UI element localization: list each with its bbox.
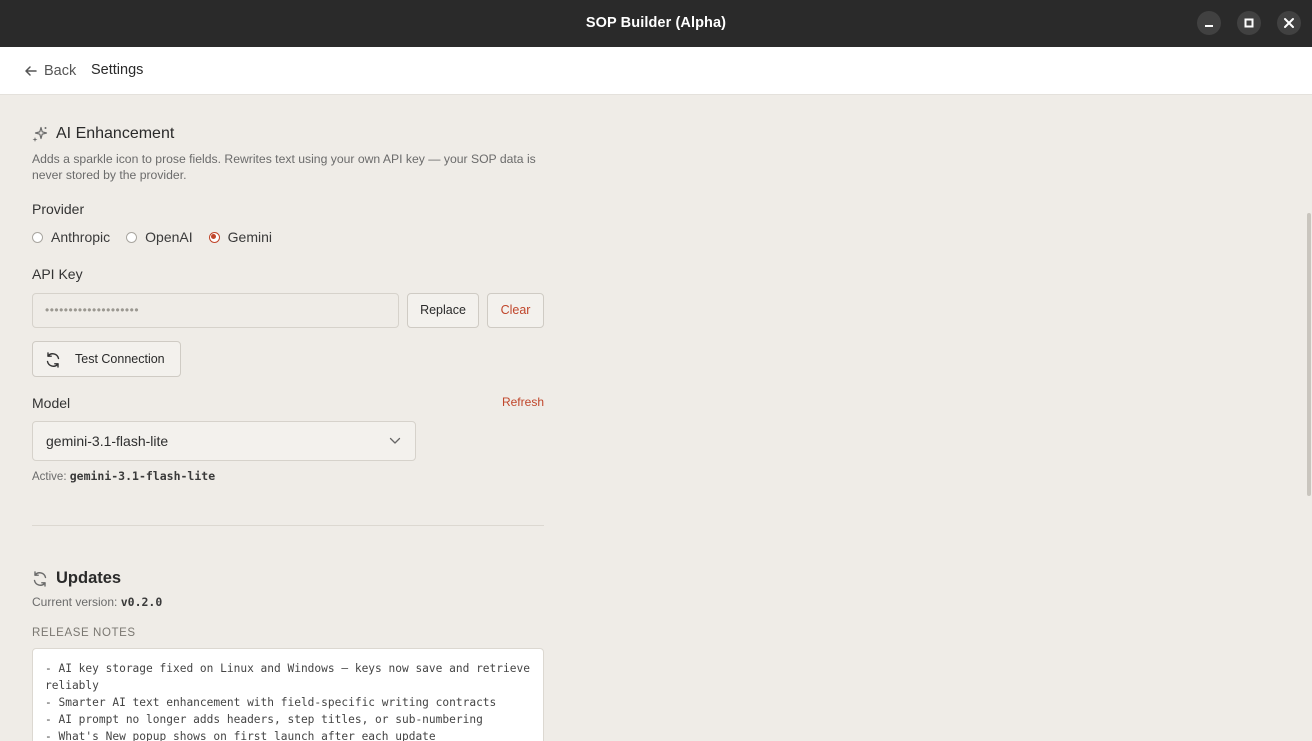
- ai-section-title: AI Enhancement: [56, 125, 175, 142]
- maximize-icon: [1244, 18, 1254, 28]
- test-connection-label: Test Connection: [75, 352, 165, 366]
- model-select[interactable]: gemini-3.1-flash-lite: [32, 421, 416, 461]
- refresh-models-link[interactable]: Refresh: [502, 395, 544, 409]
- ai-section-header: AI Enhancement: [32, 125, 174, 143]
- window-titlebar: SOP Builder (Alpha): [0, 0, 1312, 47]
- release-notes-box[interactable]: - AI key storage fixed on Linux and Wind…: [32, 648, 544, 741]
- minimize-button[interactable]: [1197, 11, 1221, 35]
- ai-section-description: Adds a sparkle icon to prose fields. Rew…: [32, 152, 536, 182]
- provider-label: Provider: [32, 201, 85, 217]
- model-label: Model: [32, 395, 71, 411]
- provider-option-label: OpenAI: [145, 229, 193, 245]
- model-select-value: gemini-3.1-flash-lite: [46, 433, 169, 449]
- refresh-icon: [33, 570, 47, 587]
- clear-key-button[interactable]: Clear: [487, 293, 544, 328]
- sparkle-icon: [32, 126, 48, 142]
- close-icon: [1284, 18, 1294, 28]
- current-version-line: Current version: v0.2.0: [32, 595, 162, 609]
- active-model-line: Active: gemini-3.1-flash-lite: [32, 469, 215, 483]
- maximize-button[interactable]: [1237, 11, 1261, 35]
- arrow-left-icon: [25, 66, 37, 76]
- refresh-icon: [46, 352, 60, 368]
- updates-section-title: Updates: [56, 569, 122, 587]
- provider-option-label: Gemini: [227, 229, 272, 245]
- replace-key-button[interactable]: Replace: [407, 293, 479, 328]
- settings-header: Back Settings: [0, 47, 1312, 95]
- provider-radio-gemini[interactable]: Gemini: [208, 229, 272, 245]
- chevron-down-icon: [389, 437, 401, 444]
- test-connection-button[interactable]: Test Connection: [32, 341, 181, 377]
- release-notes-label: RELEASE NOTES: [32, 627, 136, 639]
- provider-radio-anthropic[interactable]: Anthropic: [32, 229, 110, 245]
- current-version-value: v0.2.0: [120, 595, 163, 609]
- scrollbar-thumb[interactable]: [1307, 213, 1311, 496]
- section-divider: [32, 525, 544, 526]
- minimize-icon: [1205, 25, 1213, 27]
- provider-option-label: Anthropic: [51, 229, 111, 245]
- provider-radio-openai[interactable]: OpenAI: [126, 229, 193, 245]
- provider-radio-group: Anthropic OpenAI Gemini: [32, 229, 288, 245]
- active-model-value: gemini-3.1-flash-lite: [69, 469, 216, 483]
- api-key-label: API Key: [32, 266, 83, 282]
- radio-checked-icon: [208, 231, 220, 243]
- current-version-prefix: Current version:: [32, 595, 118, 609]
- updates-section-header: Updates: [32, 569, 121, 588]
- window-title: SOP Builder (Alpha): [585, 15, 727, 31]
- close-button[interactable]: [1277, 11, 1301, 35]
- back-label: Back: [44, 63, 77, 79]
- active-model-prefix: Active:: [32, 471, 67, 483]
- radio-unchecked-icon: [126, 231, 138, 243]
- api-key-input[interactable]: ••••••••••••••••••••: [32, 293, 399, 328]
- radio-unchecked-icon: [32, 231, 43, 243]
- back-button[interactable]: Back: [24, 61, 76, 81]
- page-title: Settings: [91, 62, 144, 78]
